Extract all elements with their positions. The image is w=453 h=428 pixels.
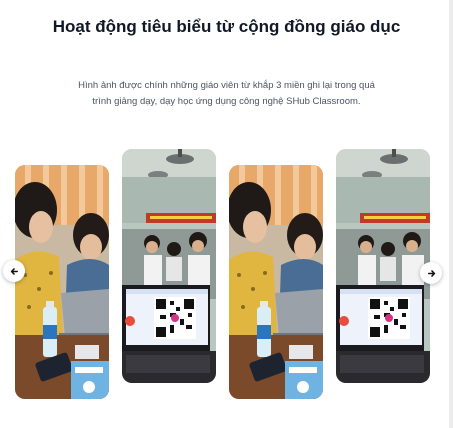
carousel-prev-button[interactable]	[3, 260, 25, 282]
teachers-laptop-photo	[229, 165, 323, 399]
carousel-slide-teachers-2[interactable]	[229, 165, 323, 399]
carousel-next-button[interactable]	[420, 262, 442, 284]
carousel-slide-teachers-1[interactable]	[15, 165, 109, 399]
section-title: Hoạt động tiêu biểu từ cộng đồng giáo dụ…	[52, 17, 401, 36]
teachers-laptop-photo	[15, 165, 109, 399]
photo-carousel	[0, 148, 449, 403]
carousel-slide-classroom-2[interactable]	[336, 149, 430, 383]
section-description: Hình ảnh được chính những giáo viên từ k…	[78, 80, 375, 107]
scrollbar-edge	[449, 0, 453, 428]
chevron-left-icon	[10, 267, 18, 275]
chevron-right-icon	[427, 269, 435, 277]
classroom-qr-photo	[122, 149, 216, 383]
carousel-slide-classroom-1[interactable]	[122, 149, 216, 383]
classroom-qr-photo	[336, 149, 430, 383]
